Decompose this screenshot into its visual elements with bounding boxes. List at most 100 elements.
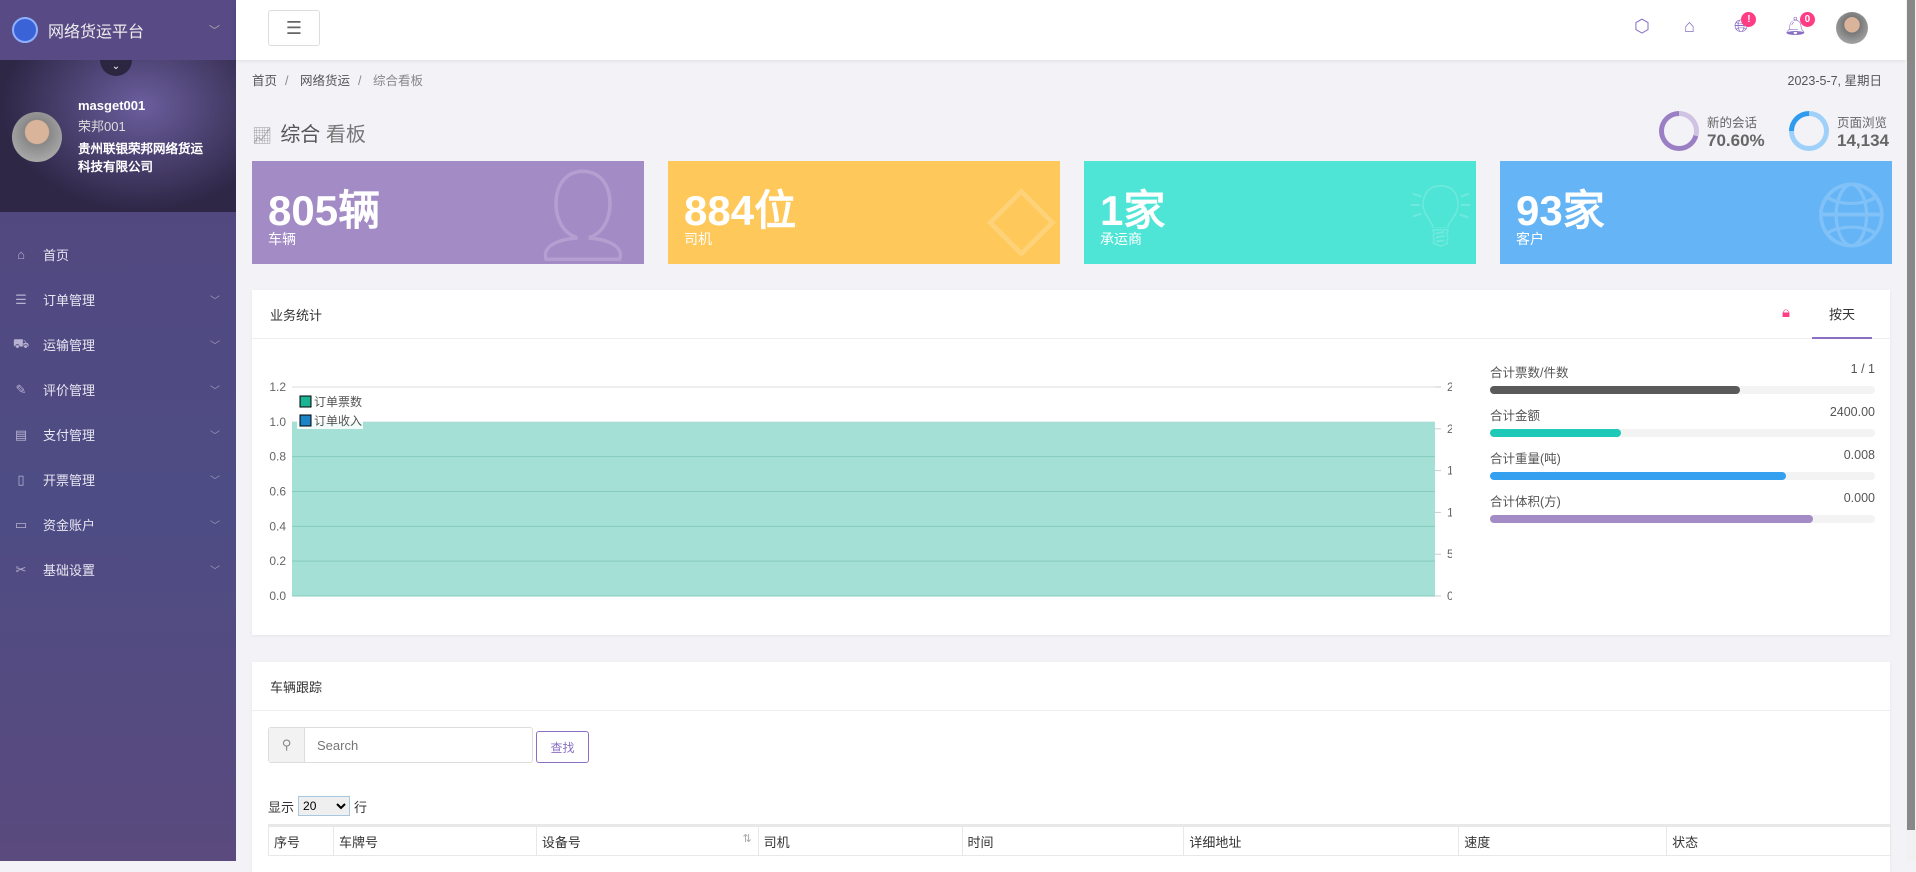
tab-by-day[interactable]: 按天 (1812, 290, 1872, 339)
y-right-tick-label: 2000 (1447, 422, 1452, 436)
sidebar-item[interactable]: ▭ 资金账户 ﹀ (0, 502, 236, 547)
column-header[interactable]: 司机 (757, 824, 963, 856)
stat-page-views: 页面浏览 14,134 (1789, 111, 1889, 151)
sidebar-item-label: 开票管理 (43, 473, 96, 488)
search-box: ⚲ (268, 727, 533, 763)
sidebar-item-label: 运输管理 (43, 338, 96, 353)
total-value: 0.008 (1843, 448, 1875, 462)
cube-icon[interactable]: ⬡ (1634, 16, 1650, 37)
total-label: 合计重量(吨) (1490, 452, 1561, 466)
column-header[interactable]: 时间 (961, 824, 1185, 856)
business-stats-panel: 业务统计 🔒︎ 按天 0.0 0.2 0.4 0.6 0.8 1.0 1.2 0 500 1000… (252, 290, 1890, 635)
summary-card[interactable]: 93家 客户 🌐︎ (1500, 161, 1892, 264)
search-icon: ⚲ (269, 728, 305, 762)
sort-icon[interactable]: ⇅ (742, 832, 751, 845)
display-name: 荣邦001 (78, 119, 126, 134)
card-icon: ▭ (14, 516, 28, 532)
panel-title: 业务统计 (270, 307, 323, 323)
scrollbar[interactable] (1906, 0, 1916, 861)
total-value: 2400.00 (1829, 405, 1875, 419)
column-header[interactable]: 详细地址 (1183, 824, 1460, 856)
invoice-icon: ▯ (17, 471, 25, 487)
chevron-down-icon: ﹀ (210, 566, 220, 577)
vehicle-table: 序号 车牌号 设备号 ⇅ 司机 时间 详细地址 速度 状态 (268, 824, 1891, 856)
settings-home-icon[interactable]: ⌂ (1684, 16, 1695, 37)
sidebar-item-label: 资金账户 (43, 518, 96, 533)
user-icon: 👤︎ (525, 166, 640, 264)
total-label: 合计票数/件数 (1490, 366, 1569, 380)
brand[interactable]: 网络货运平台 ﹀ (0, 0, 236, 60)
progress-fill (1490, 386, 1741, 394)
current-date: 2023-5-7, 星期日 (1787, 74, 1882, 88)
sidebar-item-label: 基础设置 (43, 563, 96, 578)
summary-card[interactable]: 884位 司机 ◇ (668, 161, 1060, 264)
legend-label: 订单票数 (314, 394, 362, 409)
home-icon: ⌂ (17, 247, 25, 262)
summary-card[interactable]: 805辆 车辆 👤︎ (252, 161, 644, 264)
menu-toggle-button[interactable]: ☰ (268, 10, 320, 46)
bulb-icon: 💡︎ (1409, 166, 1472, 264)
search-input[interactable] (305, 728, 525, 762)
panel-title: 车辆跟踪 (270, 679, 323, 695)
sidebar-item[interactable]: ⛟ 运输管理 ﹀ (0, 322, 236, 367)
donut-new-sessions (1659, 111, 1699, 151)
chevron-down-icon[interactable]: ﹀ (209, 22, 220, 38)
total-progress: 合计重量(吨) 0.008 (1490, 448, 1875, 480)
card-label: 司机 (684, 231, 712, 247)
brand-title: 网络货运平台 (48, 24, 145, 41)
column-header[interactable]: 序号 (268, 824, 334, 856)
profile-toggle-chevron-icon[interactable]: ⌄ (100, 60, 132, 76)
user-profile: ⌄ masget001 荣邦001 贵州联银荣邦网络货运科技有限公司 (0, 60, 236, 212)
sidebar-item[interactable]: ✎ 评价管理 ﹀ (0, 367, 236, 412)
breadcrumb-freight[interactable]: 网络货运 (300, 74, 350, 88)
bell-icon[interactable]: 🔔︎ 0 (1784, 12, 1815, 37)
summary-card[interactable]: 1家 承运商 💡︎ (1084, 161, 1476, 264)
business-chart: 0.0 0.2 0.4 0.6 0.8 1.0 1.2 0 500 1000 1500 2000 250… (269, 380, 1452, 603)
y-left-tick-label: 1.2 (269, 380, 286, 394)
y-left-tick-label: 0.8 (269, 450, 286, 464)
y-left-tick-label: 0.6 (269, 485, 286, 499)
tools-icon: ✂ (15, 561, 27, 577)
sidebar-item-label: 订单管理 (43, 293, 96, 308)
sidebar-item[interactable]: ✂ 基础设置 ﹀ (0, 547, 236, 592)
legend-swatch (299, 395, 312, 408)
scrollbar-thumb[interactable] (1907, 0, 1915, 830)
progress-track (1490, 472, 1875, 480)
sidebar-item[interactable]: ▯ 开票管理 ﹀ (0, 457, 236, 502)
column-header[interactable]: 设备号 ⇅ (535, 824, 759, 856)
sidebar-item[interactable]: ☰ 订单管理 ﹀ (0, 277, 236, 322)
sidebar-item[interactable]: ⌂ 首页 (0, 232, 236, 277)
stat-new-sessions: 新的会话 70.60% (1659, 111, 1765, 151)
progress-track (1490, 429, 1875, 437)
globe-icon[interactable]: 🌐︎! (1734, 12, 1757, 37)
page-size-select[interactable]: 20 (298, 796, 351, 816)
user-avatar[interactable] (1836, 12, 1868, 44)
breadcrumb-home[interactable]: 首页 (252, 74, 277, 88)
card-label: 客户 (1516, 231, 1544, 247)
sidebar-item-label: 支付管理 (43, 428, 96, 443)
column-header[interactable]: 速度 (1458, 824, 1668, 856)
topbar: ☰ ⬡ ⌂ 🌐︎! 🔔︎ 0 (236, 0, 1906, 60)
company-name: 贵州联银荣邦网络货运科技有限公司 (78, 142, 204, 174)
page-title: 📈︎ 综合 看板 (252, 124, 366, 146)
total-progress: 合计金额 2400.00 (1490, 405, 1875, 437)
globe-badge: ! (1741, 12, 1757, 27)
column-header[interactable]: 状态 (1666, 824, 1891, 856)
y-right-tick-label: 0 (1447, 589, 1452, 603)
progress-fill (1490, 515, 1814, 523)
y-right-tick-label: 1500 (1447, 464, 1452, 478)
breadcrumb: 首页 / 网络货运 / 综合看板 (252, 74, 423, 88)
chevron-down-icon: ﹀ (210, 296, 220, 307)
diamond-icon: ◇ (986, 166, 1056, 264)
sidebar-item-label: 首页 (43, 248, 70, 263)
column-header[interactable]: 车牌号 (332, 824, 537, 856)
total-value: 0.000 (1843, 491, 1875, 505)
y-left-tick-label: 0.4 (269, 519, 286, 533)
legend-swatch (299, 414, 312, 427)
find-button[interactable]: 查找 (536, 731, 589, 763)
lock-icon[interactable]: 🔒︎ (1782, 304, 1790, 321)
chevron-down-icon: ﹀ (210, 521, 220, 532)
y-left-tick-label: 0.2 (269, 554, 286, 568)
sidebar-item[interactable]: ▤ 支付管理 ﹀ (0, 412, 236, 457)
y-right-tick-label: 1000 (1447, 505, 1452, 519)
